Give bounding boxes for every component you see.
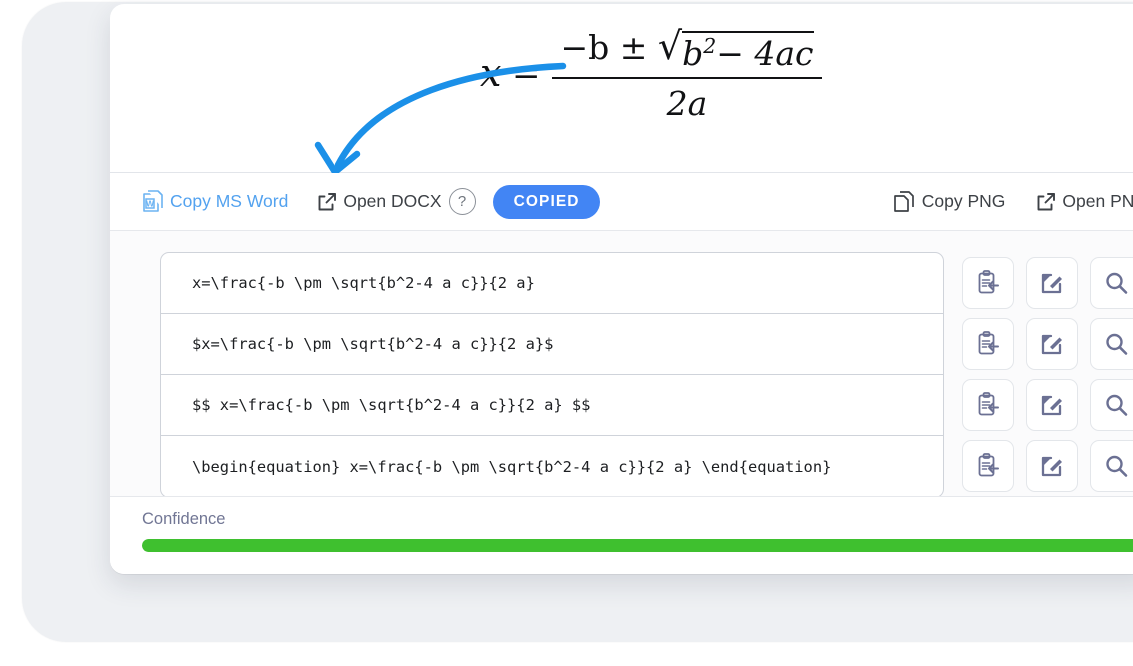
search-button[interactable] [1090, 378, 1133, 431]
paste-clipboard-button[interactable] [962, 439, 1014, 492]
paste-clipboard-icon [978, 452, 999, 476]
latex-value: $$ x=\frac{-b \pm \sqrt{b^2-4 a c}}{2 a}… [192, 396, 591, 414]
toolbar-right-group: Copy PNG Open PNG [893, 189, 1133, 214]
equation-denominator: 2a [666, 84, 708, 124]
row-actions [962, 313, 1133, 374]
confidence-progress-track [142, 539, 1133, 552]
screenshot-stage: x = −b ± √ b2− 4ac 2a W Copy MS Word Ope… [0, 0, 1133, 666]
copied-status-badge[interactable]: COPIED [492, 184, 600, 219]
table-row[interactable]: $x=\frac{-b \pm \sqrt{b^2-4 a c}}{2 a}$ [161, 314, 943, 375]
magnifier-icon [1106, 333, 1128, 355]
open-docx-button[interactable]: Open DOCX [316, 191, 442, 213]
open-png-button[interactable]: Open PNG [1035, 191, 1133, 213]
radicand: b2− 4ac [682, 31, 814, 74]
magnifier-icon [1106, 394, 1128, 416]
equation-equals: = [511, 52, 541, 93]
search-button[interactable] [1090, 317, 1133, 370]
copy-pages-icon [893, 189, 917, 214]
magnifier-icon [1106, 272, 1128, 294]
edit-square-icon [1041, 395, 1062, 415]
row-actions [962, 252, 1133, 313]
latex-value: x=\frac{-b \pm \sqrt{b^2-4 a c}}{2 a} [192, 274, 535, 292]
confidence-label: Confidence [142, 510, 226, 528]
word-document-icon: W [142, 189, 165, 214]
latex-value: \begin{equation} x=\frac{-b \pm \sqrt{b^… [192, 457, 832, 476]
equation-lhs: x [480, 50, 502, 95]
copy-ms-word-button[interactable]: W Copy MS Word [142, 189, 288, 214]
radicand-base: b [682, 34, 704, 73]
copy-png-label: Copy PNG [921, 191, 1006, 211]
row-actions-column [962, 252, 1133, 496]
confidence-section: Confidence [110, 496, 1133, 574]
paste-clipboard-button[interactable] [962, 317, 1014, 370]
paste-clipboard-button[interactable] [962, 256, 1014, 309]
edit-button[interactable] [1026, 439, 1078, 492]
latex-results-area: x=\frac{-b \pm \sqrt{b^2-4 a c}}{2 a} $x… [110, 231, 1133, 498]
open-docx-label: Open DOCX [343, 191, 442, 211]
equation-numerator: −b ± √ b2− 4ac [552, 24, 821, 77]
edit-button[interactable] [1026, 378, 1078, 431]
confidence-progress-fill [142, 539, 1133, 552]
external-link-icon [316, 191, 338, 213]
table-row[interactable]: x=\frac{-b \pm \sqrt{b^2-4 a c}}{2 a} [161, 253, 943, 314]
edit-button[interactable] [1026, 317, 1078, 370]
radicand-exponent: 2 [703, 34, 717, 58]
copy-png-button[interactable]: Copy PNG [893, 189, 1006, 214]
paste-clipboard-button[interactable] [962, 378, 1014, 431]
table-row[interactable]: \begin{equation} x=\frac{-b \pm \sqrt{b^… [161, 436, 943, 497]
latex-list: x=\frac{-b \pm \sqrt{b^2-4 a c}}{2 a} $x… [160, 252, 944, 498]
format-toolbar: W Copy MS Word Open DOCX ? COPIED Copy P… [110, 173, 1133, 231]
edit-button[interactable] [1026, 256, 1078, 309]
equation-preview-pane: x = −b ± √ b2− 4ac 2a [110, 4, 1133, 176]
magnifier-icon [1106, 455, 1128, 477]
row-actions [962, 435, 1133, 496]
edit-square-icon [1041, 273, 1062, 293]
toolbar-left-group: W Copy MS Word Open DOCX ? COPIED [142, 184, 600, 219]
app-card: x = −b ± √ b2− 4ac 2a W Copy MS Word Ope… [110, 4, 1133, 574]
radical-sign: √ [657, 24, 683, 68]
square-root-group: √ b2− 4ac [657, 24, 814, 74]
numerator-lead: −b ± [560, 28, 648, 67]
latex-value: $x=\frac{-b \pm \sqrt{b^2-4 a c}}{2 a}$ [192, 335, 554, 353]
paste-clipboard-icon [978, 391, 999, 415]
row-actions [962, 374, 1133, 435]
equation-fraction: −b ± √ b2− 4ac 2a [552, 24, 822, 124]
search-button[interactable] [1090, 439, 1133, 492]
help-glyph: ? [457, 193, 467, 210]
open-png-label: Open PNG [1062, 191, 1133, 211]
svg-text:W: W [146, 198, 155, 208]
help-circle-icon[interactable]: ? [448, 188, 476, 215]
edit-square-icon [1041, 456, 1062, 476]
radicand-tail: − 4ac [716, 34, 814, 73]
search-button[interactable] [1090, 256, 1133, 309]
paste-clipboard-icon [978, 269, 999, 293]
edit-square-icon [1041, 334, 1062, 354]
rendered-equation: x = −b ± √ b2− 4ac 2a [480, 22, 822, 124]
table-row[interactable]: $$ x=\frac{-b \pm \sqrt{b^2-4 a c}}{2 a}… [161, 375, 943, 436]
copy-ms-word-label: Copy MS Word [170, 191, 289, 211]
external-link-icon [1035, 191, 1057, 213]
paste-clipboard-icon [978, 330, 999, 354]
